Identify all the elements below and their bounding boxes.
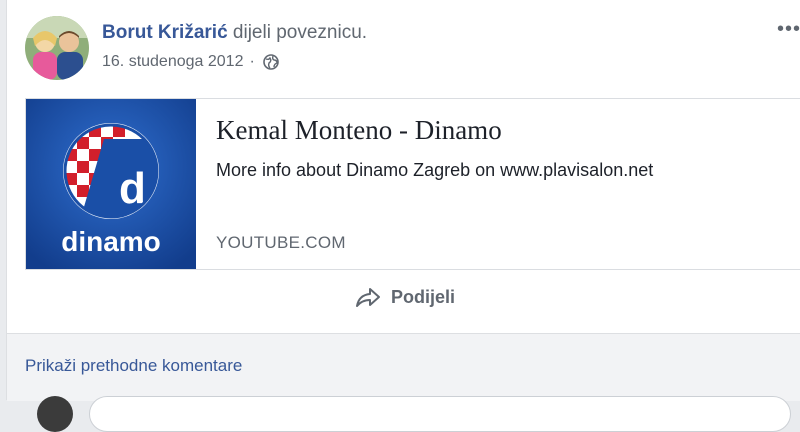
dinamo-logo-text: dinamo — [61, 226, 161, 257]
comment-input[interactable] — [89, 396, 791, 432]
author-avatar[interactable] — [25, 16, 89, 80]
link-thumbnail: d dinamo — [26, 99, 196, 269]
post-card: Borut Križarić dijeli poveznicu. 16. stu… — [6, 0, 800, 432]
comments-section: Prikaži prethodne komentare — [7, 333, 800, 432]
author-name-link[interactable]: Borut Križarić — [102, 22, 228, 43]
link-preview-card[interactable]: d dinamo Kemal Monteno - Dinamo More inf… — [25, 98, 800, 270]
share-button[interactable]: Podijeli — [355, 286, 455, 308]
link-title[interactable]: Kemal Monteno - Dinamo — [216, 115, 502, 146]
show-previous-comments-link[interactable]: Prikaži prethodne komentare — [25, 356, 242, 376]
post-timestamp-link[interactable]: 16. studenoga 2012 — [102, 53, 243, 71]
share-arrow-icon — [356, 288, 380, 307]
post-header-line: Borut Križarić dijeli poveznicu. — [102, 22, 367, 44]
commenter-avatar — [37, 396, 73, 432]
post-meta: 16. studenoga 2012 · — [102, 53, 279, 71]
share-label: Podijeli — [391, 286, 456, 307]
link-description: More info about Dinamo Zagreb on www.pla… — [216, 160, 654, 180]
post-action-bar: Podijeli — [25, 276, 800, 328]
avatar-photo — [25, 16, 89, 80]
post-action-text: dijeli poveznicu. — [232, 22, 368, 43]
link-domain: YOUTUBE.COM — [216, 233, 346, 252]
meta-separator: · — [249, 53, 255, 70]
globe-icon[interactable] — [262, 54, 279, 70]
more-dots-icon[interactable]: ••• — [777, 18, 800, 41]
dinamo-logo: d dinamo — [26, 99, 196, 269]
